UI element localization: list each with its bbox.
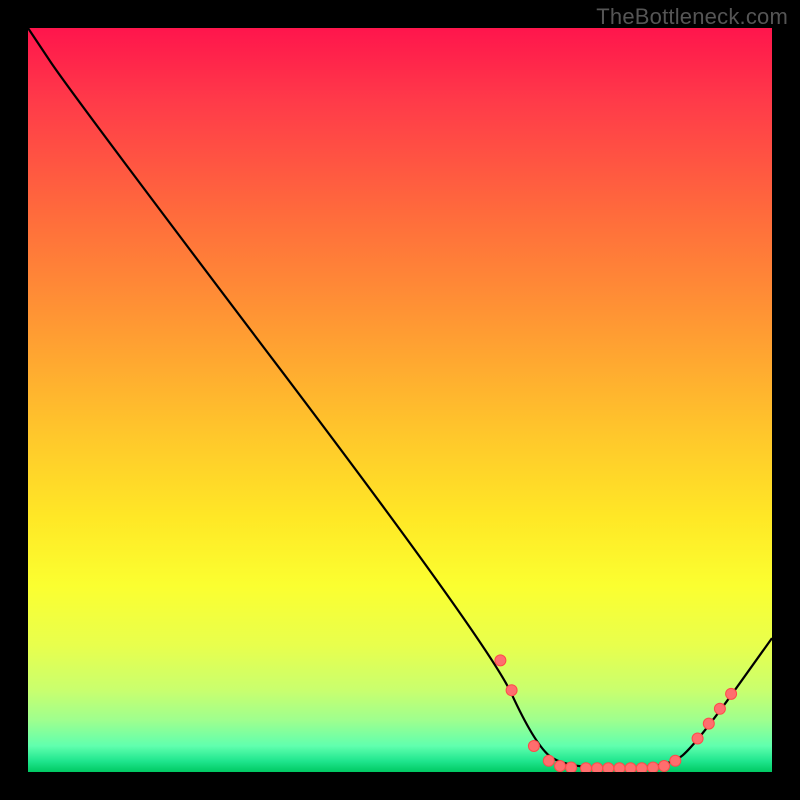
data-marker: [506, 685, 517, 696]
data-markers: [495, 655, 737, 772]
plot-area: [28, 28, 772, 772]
bottleneck-curve: [28, 28, 772, 768]
data-marker: [528, 741, 539, 752]
data-marker: [659, 761, 670, 772]
data-marker: [692, 733, 703, 744]
data-marker: [625, 763, 636, 772]
data-marker: [581, 763, 592, 772]
watermark-text: TheBottleneck.com: [596, 4, 788, 30]
data-marker: [495, 655, 506, 666]
data-marker: [670, 755, 681, 766]
data-marker: [648, 762, 659, 772]
data-marker: [636, 763, 647, 772]
data-marker: [603, 763, 614, 772]
data-marker: [592, 763, 603, 772]
chart-svg: [28, 28, 772, 772]
data-marker: [714, 703, 725, 714]
data-marker: [543, 755, 554, 766]
data-marker: [566, 762, 577, 772]
data-marker: [614, 763, 625, 772]
data-marker: [703, 718, 714, 729]
data-marker: [555, 761, 566, 772]
chart-frame: TheBottleneck.com: [0, 0, 800, 800]
data-marker: [726, 688, 737, 699]
